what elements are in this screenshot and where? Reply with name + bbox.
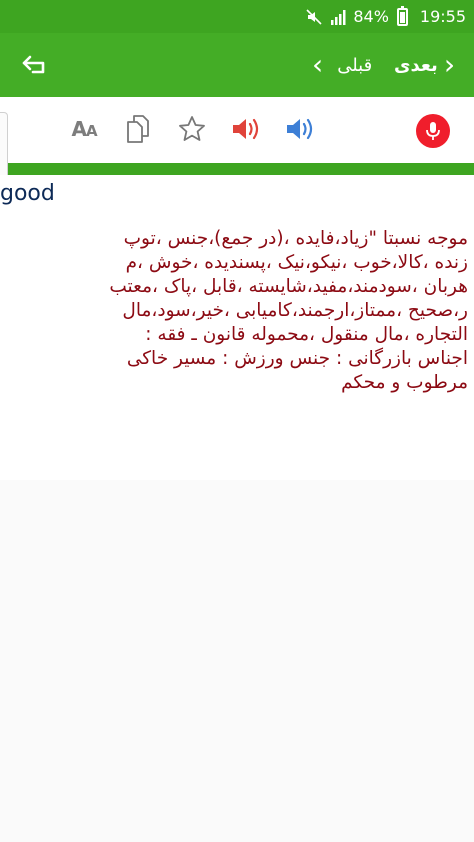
entry-content: good موجه نسبتا "زیاد،فایده ،(در جمع)،جن… xyxy=(0,175,474,480)
speaker-uk-icon xyxy=(233,118,259,140)
meaning-line: مرطوب و محکم xyxy=(341,372,468,393)
speaker-us-button[interactable] xyxy=(282,111,318,147)
previous-button[interactable]: ‹ قبلی xyxy=(312,47,372,83)
meaning-line: التجاره ،مال منقول ،محموله قانون ـ فقه : xyxy=(145,324,468,345)
chevron-left-icon: ‹ xyxy=(312,48,324,81)
back-button[interactable] xyxy=(18,49,52,81)
speaker-us-icon xyxy=(287,118,313,140)
entry-meaning: موجه نسبتا "زیاد،فایده ،(در جمع)،جنس ،تو… xyxy=(6,227,468,395)
battery-icon xyxy=(396,5,408,26)
mic-icon xyxy=(426,122,440,140)
meaning-line: اجناس بازرگانی : جنس ورزش : مسیر خاکی xyxy=(126,348,468,369)
copy-button[interactable] xyxy=(120,111,156,147)
star-icon xyxy=(179,116,205,141)
status-bar: 84% 19:55 xyxy=(0,0,474,33)
toolbar: AA xyxy=(0,97,474,163)
app-bar: ‹ قبلی بعدی › xyxy=(0,33,474,97)
battery-percent: 84% xyxy=(353,7,389,26)
status-time: 19:55 xyxy=(419,7,466,26)
next-label: بعدی xyxy=(394,54,438,76)
empty-area xyxy=(0,480,474,842)
font-size-icon: AA xyxy=(71,117,97,141)
meaning-line: هربان ،سودمند،مفید،شایسته ،قابل ،پاک ،مع… xyxy=(109,276,468,297)
entry-word: good xyxy=(0,181,55,206)
toolbar-divider xyxy=(0,163,474,175)
chevron-right-icon: › xyxy=(443,48,456,81)
previous-label: قبلی xyxy=(337,54,373,76)
meaning-line: موجه نسبتا "زیاد،فایده ،(در جمع)،جنس ،تو… xyxy=(123,228,468,249)
next-button[interactable]: بعدی › xyxy=(394,47,455,83)
voice-search-button[interactable] xyxy=(416,114,450,148)
meaning-line: زنده ،کالا،خوب ،نیکو،نیک ،پسندیده ،خوش ،… xyxy=(125,252,468,273)
mute-icon xyxy=(305,8,323,26)
font-size-button[interactable]: AA xyxy=(66,111,102,147)
return-arrow-icon xyxy=(22,55,45,74)
meaning-line: ر،صحیح ،ممتاز،ارجمند،کامیابی ،خیر،سود،ما… xyxy=(122,300,468,321)
signal-icon xyxy=(329,8,347,26)
favorite-button[interactable] xyxy=(174,111,210,147)
speaker-uk-button[interactable] xyxy=(228,111,264,147)
copy-icon xyxy=(127,115,149,143)
